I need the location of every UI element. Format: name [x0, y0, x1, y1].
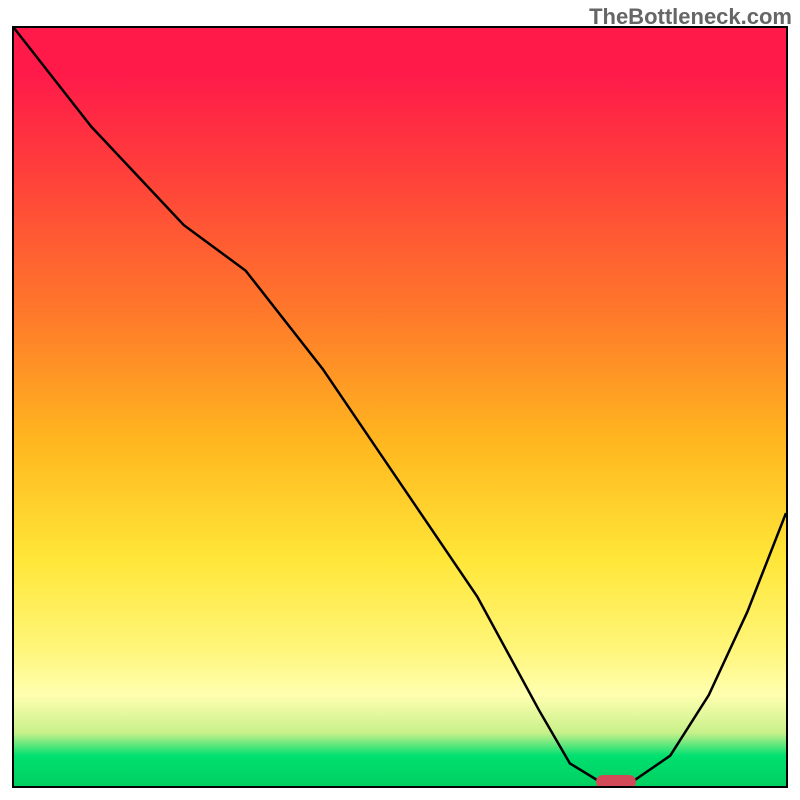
- watermark-text: TheBottleneck.com: [589, 4, 792, 30]
- chart-frame: [12, 26, 788, 788]
- optimum-marker: [596, 775, 636, 788]
- bottleneck-curve: [14, 28, 786, 786]
